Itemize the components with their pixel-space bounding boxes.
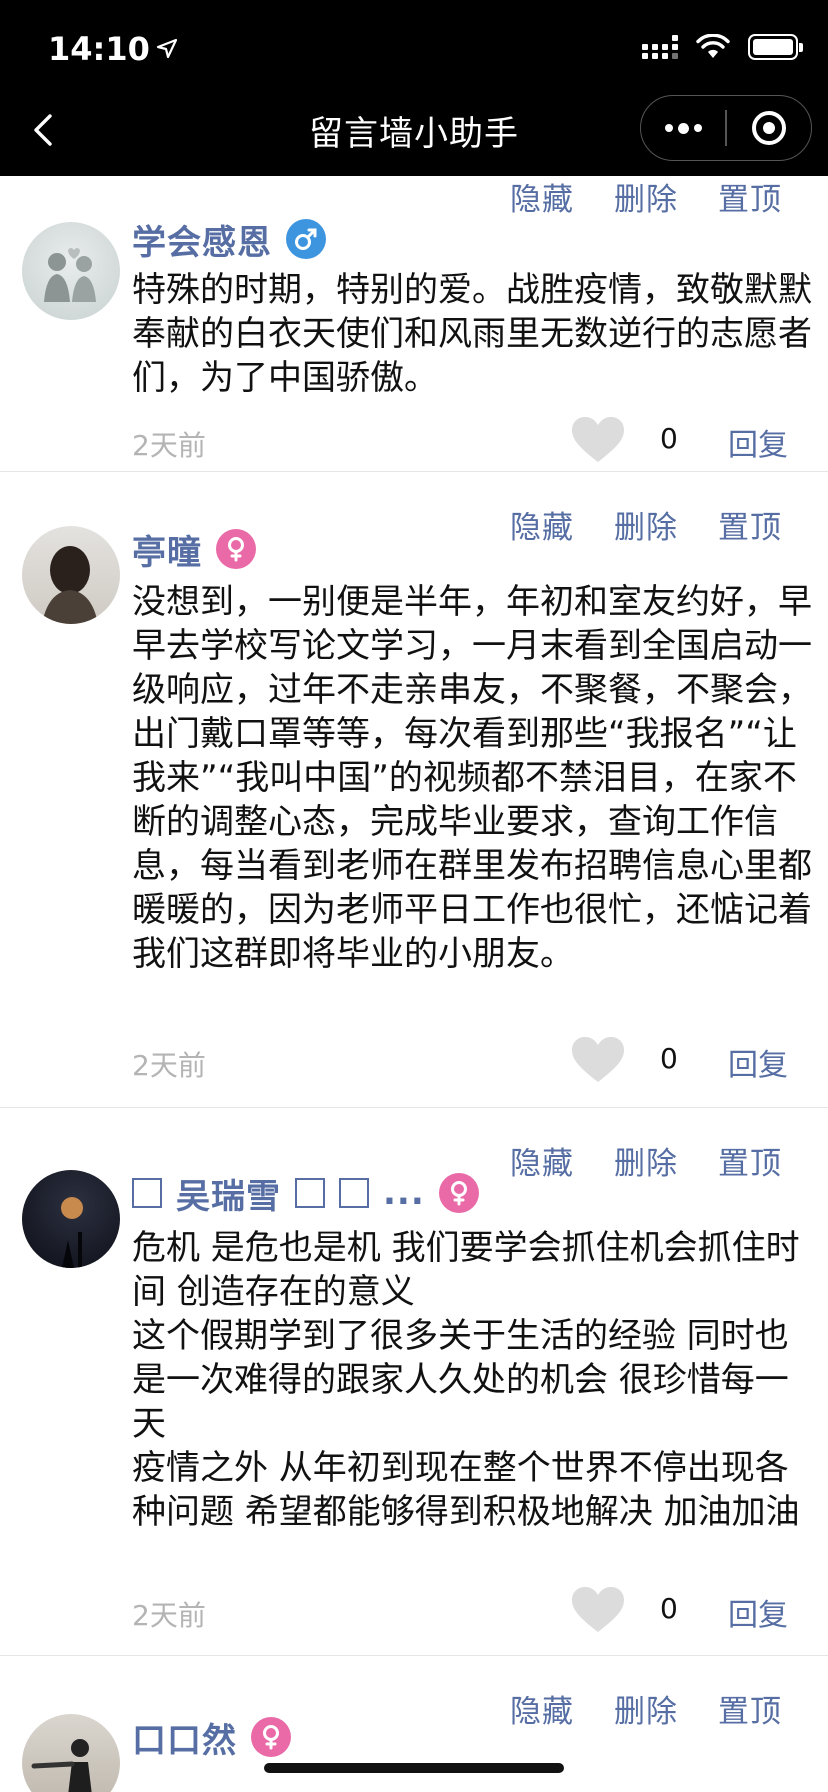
hide-button[interactable]: 隐藏: [510, 1686, 574, 1731]
unsupported-glyph: [132, 1178, 162, 1208]
close-mini-program-button[interactable]: [727, 96, 811, 160]
status-indicators: [642, 34, 803, 60]
message-item: 隐藏 删除 置顶 亭曈 没想到，一别便是半年，年初和室友约好，早早去学校写论文学…: [0, 472, 828, 1108]
heart-icon[interactable]: [570, 416, 626, 464]
post-time: 2天前: [132, 1599, 206, 1632]
avatar[interactable]: [22, 222, 120, 320]
message-content: 危机 是危也是机 我们要学会抓住机会抓住时间 创造存在的意义 这个假期学到了很多…: [132, 1228, 800, 1532]
wifi-icon: [696, 34, 730, 58]
pin-button[interactable]: 置顶: [718, 1686, 782, 1731]
male-gender-icon: [286, 219, 326, 259]
female-gender-icon: [216, 529, 256, 569]
message-actions: 隐藏 删除 置顶: [510, 502, 782, 547]
like-count: 0: [660, 422, 678, 455]
pin-button[interactable]: 置顶: [718, 1138, 782, 1183]
reply-button[interactable]: 回复: [728, 420, 788, 464]
avatar[interactable]: [22, 1170, 120, 1268]
status-time-text: 14:10: [48, 30, 150, 68]
author-name: 亭曈: [132, 532, 202, 573]
delete-button[interactable]: 删除: [614, 1686, 678, 1731]
avatar[interactable]: [22, 526, 120, 624]
location-arrow-icon: [156, 38, 177, 59]
mini-program-capsule: [640, 95, 812, 161]
author-row: 亭曈: [132, 524, 256, 574]
heart-icon[interactable]: [570, 1036, 626, 1084]
author-row: 学会感恩: [132, 214, 326, 264]
pin-button[interactable]: 置顶: [718, 174, 782, 219]
message-actions: 隐藏 删除 置顶: [510, 1138, 782, 1183]
reply-button[interactable]: 回复: [728, 1590, 788, 1634]
status-time: 14:10: [48, 30, 178, 68]
heart-icon[interactable]: [570, 1586, 626, 1634]
like-count: 0: [660, 1042, 678, 1075]
unsupported-glyph: [339, 1178, 369, 1208]
unsupported-glyph: [295, 1178, 325, 1208]
delete-button[interactable]: 删除: [614, 1138, 678, 1183]
author-name: 吴瑞雪: [176, 1176, 281, 1217]
female-gender-icon: [251, 1717, 291, 1757]
reply-button[interactable]: 回复: [728, 1040, 788, 1084]
pin-button[interactable]: 置顶: [718, 502, 782, 547]
battery-icon: [748, 34, 803, 60]
message-content: 特殊的时期，特别的爱。战胜疫情，致敬默默奉献的白衣天使们和风雨里无数逆行的志愿者…: [132, 270, 812, 398]
avatar[interactable]: [22, 1714, 120, 1792]
message-item: 隐藏 删除 置顶 吴瑞雪 ... 危机 是危也是机 我们要学会抓住机会抓住时间 …: [0, 1108, 828, 1656]
female-gender-icon: [438, 1173, 479, 1213]
like-count: 0: [660, 1592, 678, 1625]
post-time: 2天前: [132, 429, 206, 462]
cellular-signal-icon: [642, 35, 678, 59]
author-name: 学会感恩: [132, 222, 272, 263]
home-indicator[interactable]: [264, 1763, 564, 1773]
message-actions: 隐藏 删除 置顶: [510, 1686, 782, 1731]
more-dots-icon: [664, 122, 702, 134]
target-circle-icon: [751, 111, 786, 145]
delete-button[interactable]: 删除: [614, 174, 678, 219]
post-time: 2天前: [132, 1049, 206, 1082]
message-content: 没想到，一别便是半年，年初和室友约好，早早去学校写论文学习，一月末看到全国启动一…: [132, 582, 812, 974]
author-row: 口口然: [132, 1712, 291, 1762]
message-meta: 2天前 0 回复: [132, 1586, 828, 1636]
message-meta: 2天前 0 回复: [132, 416, 828, 466]
hide-button[interactable]: 隐藏: [510, 1138, 574, 1183]
author-name: 口口然: [132, 1720, 237, 1761]
author-row: 吴瑞雪 ...: [132, 1168, 479, 1218]
more-menu-button[interactable]: [641, 96, 725, 160]
hide-button[interactable]: 隐藏: [510, 502, 574, 547]
message-item: 隐藏 删除 置顶 学会感恩 特殊的时期，特别的爱。战胜疫情，致敬默默奉献的白衣天…: [0, 176, 828, 472]
message-actions: 隐藏 删除 置顶: [510, 174, 782, 219]
top-bar: 14:10 留言墙小助手: [0, 0, 828, 176]
delete-button[interactable]: 删除: [614, 502, 678, 547]
hide-button[interactable]: 隐藏: [510, 174, 574, 219]
author-name-ellipsis: ...: [383, 1173, 425, 1213]
message-meta: 2天前 0 回复: [132, 1036, 828, 1086]
